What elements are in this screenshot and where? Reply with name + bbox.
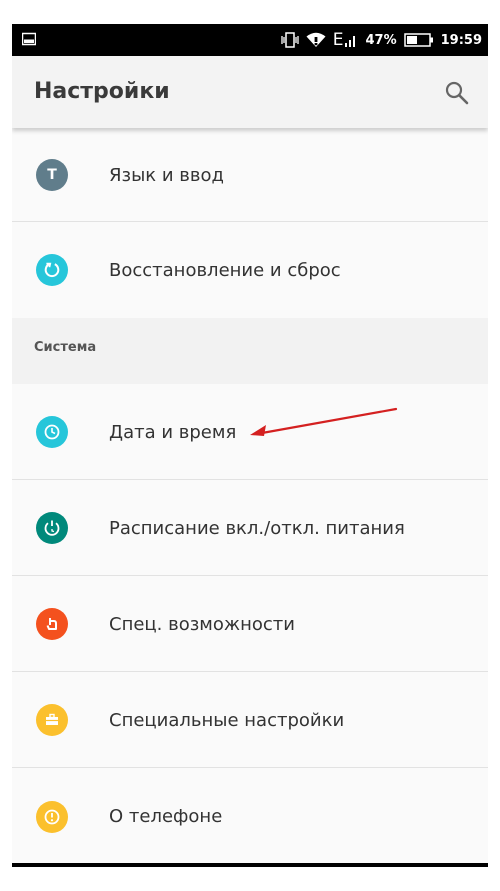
power-schedule-icon	[36, 512, 68, 544]
settings-item-backup-reset[interactable]: Восстановление и сброс	[12, 222, 488, 318]
settings-list: T Язык и ввод Восстановление и сброс Сис…	[12, 128, 488, 865]
signal-icon: E	[333, 30, 359, 50]
settings-item-label: Расписание вкл./откл. питания	[109, 517, 405, 539]
network-type: E	[332, 30, 344, 50]
battery-percent: 47%	[365, 32, 397, 48]
settings-item-accessibility[interactable]: Спец. возможности	[12, 576, 488, 672]
clock-time: 19:59	[440, 32, 482, 48]
restore-icon	[36, 254, 68, 286]
settings-item-label: Спец. возможности	[109, 613, 295, 635]
settings-item-date-time[interactable]: Дата и время	[12, 384, 488, 480]
status-bar: E 47% 19:59	[12, 24, 488, 56]
wifi-icon	[306, 32, 326, 48]
settings-item-special-settings[interactable]: Специальные настройки	[12, 672, 488, 768]
settings-item-label: Восстановление и сброс	[109, 259, 341, 281]
settings-item-label: Специальные настройки	[109, 709, 345, 731]
vibrate-icon	[281, 32, 299, 48]
info-icon	[36, 800, 68, 833]
section-header-system: Система	[12, 318, 488, 384]
screenshot-notification-icon	[21, 32, 37, 51]
language-icon: T	[36, 159, 68, 191]
search-icon	[445, 81, 469, 105]
settings-item-label: Дата и время	[109, 421, 237, 443]
settings-item-power-schedule[interactable]: Расписание вкл./откл. питания	[12, 480, 488, 576]
settings-item-about-phone[interactable]: О телефоне	[12, 768, 488, 865]
page-title: Настройки	[34, 79, 170, 104]
app-toolbar: Настройки	[12, 56, 488, 128]
settings-item-label: Язык и ввод	[109, 164, 224, 186]
accessibility-icon	[36, 608, 68, 640]
settings-item-label: О телефоне	[109, 806, 223, 827]
section-title: Система	[34, 340, 97, 355]
battery-icon	[403, 32, 434, 48]
phone-screen: E 47% 19:59 Настройки T Язык и ввод Восс…	[12, 24, 488, 867]
bottom-edge	[12, 863, 488, 867]
search-button[interactable]	[444, 80, 470, 106]
clock-icon	[36, 416, 68, 448]
briefcase-icon	[36, 704, 68, 736]
settings-item-language-input[interactable]: T Язык и ввод	[12, 128, 488, 222]
